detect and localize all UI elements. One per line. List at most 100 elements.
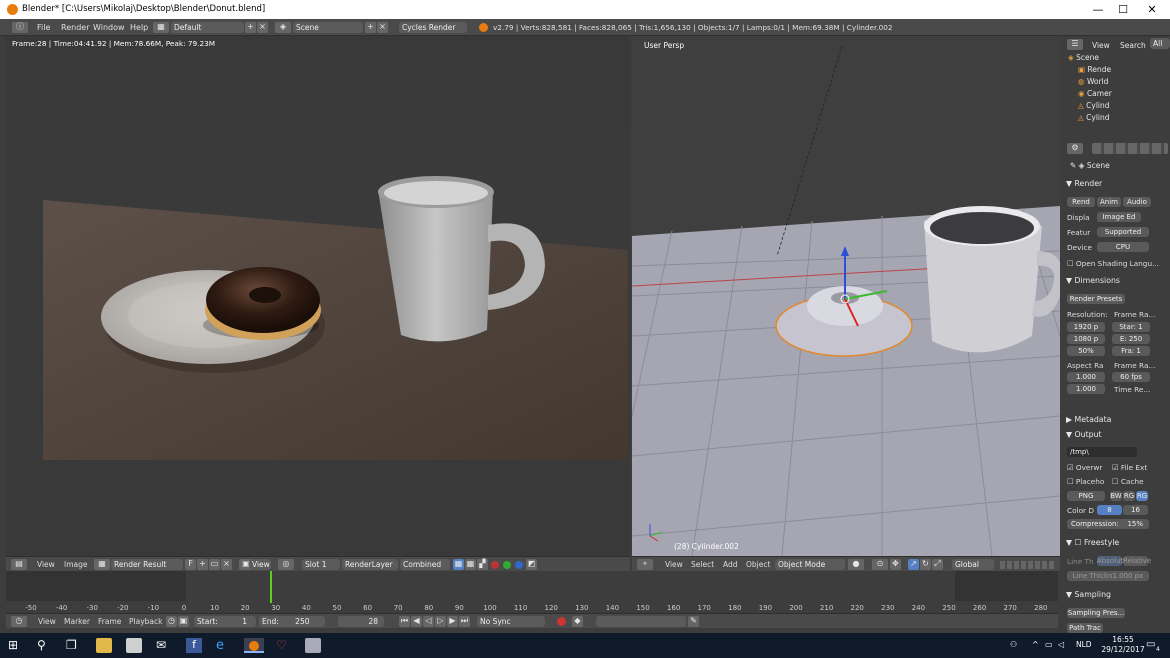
record-icon[interactable] (557, 617, 566, 626)
resolution-x-field[interactable]: 1920 p (1067, 322, 1105, 332)
color-bw-button[interactable]: BW (1110, 491, 1122, 501)
sampling-presets-select[interactable]: Sampling Pres... (1067, 608, 1125, 618)
viewport-menu-add[interactable]: Add (723, 560, 738, 569)
app-taskbar-icon[interactable]: ♡ (276, 638, 292, 653)
color-alpha-icon[interactable]: ▦ (453, 559, 464, 570)
frame-rate-select[interactable]: 60 fps (1112, 372, 1150, 382)
blue-channel-icon[interactable] (515, 561, 523, 569)
editor-type-icon[interactable]: ▤ (11, 559, 27, 570)
volume-icon[interactable]: ◁ (1058, 640, 1064, 649)
scene-icon[interactable]: ◈ (275, 22, 291, 33)
end-frame-field[interactable]: End: 250 (259, 616, 325, 627)
menu-window[interactable]: Window (93, 23, 125, 32)
rotate-icon[interactable]: ↻ (920, 559, 931, 570)
color-depth-8-button[interactable]: 8 (1097, 505, 1122, 515)
layer-buttons[interactable] (1000, 561, 1056, 569)
pivot-point-icon[interactable]: ⊙ (872, 559, 888, 570)
insert-keyframe-icon[interactable]: ✎ (688, 616, 699, 627)
dimensions-panel-header[interactable]: ▼ Dimensions (1066, 276, 1120, 285)
outliner[interactable]: ☰ View Search All ◈ Scene ▣ Rende ◍ World ◉… (1062, 36, 1170, 139)
render-animation-button[interactable]: Anim (1097, 197, 1121, 207)
outliner-display-select[interactable]: All (1150, 38, 1170, 49)
viewport-menu-object[interactable]: Object (746, 560, 770, 569)
display-channel-2-icon[interactable]: ▞ (477, 559, 488, 570)
new-image-icon[interactable]: + (197, 559, 208, 570)
outliner-item[interactable]: ◍ World (1078, 77, 1170, 86)
mail-icon[interactable]: ✉ (156, 638, 172, 653)
network-icon[interactable]: ▭ (1045, 640, 1053, 649)
sync-mode-select[interactable]: No Sync (477, 616, 545, 627)
relative-button[interactable]: Relative (1123, 556, 1151, 566)
integrator-select[interactable]: Path Trac (1067, 623, 1103, 633)
device-select[interactable]: CPU (1097, 242, 1149, 252)
viewport-menu-view[interactable]: View (665, 560, 683, 569)
freestyle-panel-header[interactable]: ▼ ☐ Freestyle (1066, 538, 1119, 547)
timeline[interactable]: -50 -40 -30 -20 -10 0 10 20 30 40 50 60 70 80 90 100 110… (6, 571, 1058, 613)
image-browse-icon[interactable]: ▦ (94, 559, 110, 570)
display-select[interactable]: Image Ed (1097, 212, 1141, 222)
menu-render[interactable]: Render (61, 23, 89, 32)
file-explorer-icon[interactable] (96, 638, 112, 653)
close-button[interactable]: ✕ (1139, 2, 1165, 17)
render-layer-select[interactable]: RenderLayer (342, 559, 398, 570)
absolute-button[interactable]: Absolut (1097, 556, 1123, 566)
color-rgba-button[interactable]: RG (1136, 491, 1148, 501)
translate-icon[interactable]: ↗ (908, 559, 919, 570)
green-channel-icon[interactable] (503, 561, 511, 569)
maximize-button[interactable]: ☐ (1110, 2, 1136, 17)
sampling-panel-header[interactable]: ▼ Sampling (1066, 590, 1111, 599)
timeline-menu-playback[interactable]: Playback (129, 617, 162, 626)
render-engine-select[interactable]: Cycles Render (399, 22, 467, 33)
outliner-item[interactable]: ◈ Scene (1068, 53, 1160, 62)
shading-mode-icon[interactable]: ● (848, 559, 864, 570)
add-layout-icon[interactable]: + (245, 22, 256, 33)
editor-type-icon[interactable]: ◷ (11, 616, 27, 627)
menu-help[interactable]: Help (130, 23, 148, 32)
aspect-y-field[interactable]: 1.000 (1067, 384, 1105, 394)
preview-range-icon[interactable]: ◷ (166, 616, 177, 627)
render-presets-select[interactable]: Render Presets (1067, 294, 1125, 304)
editor-type-icon[interactable]: ⚬ (637, 559, 653, 570)
play-icon[interactable]: ▷ (435, 616, 446, 627)
screen-layout-field[interactable]: Default (171, 22, 244, 33)
outliner-menu-view[interactable]: View (1092, 41, 1110, 50)
people-icon[interactable]: ⚇ (1010, 640, 1017, 649)
output-path-field[interactable]: /tmp\ (1067, 447, 1137, 457)
red-channel-icon[interactable] (491, 561, 499, 569)
scale-icon[interactable]: ⤢ (932, 559, 943, 570)
placeholders-checkbox[interactable]: ☐ Placeho (1067, 477, 1104, 486)
input-language[interactable]: NLD (1076, 640, 1092, 649)
view-menu[interactable]: View (249, 559, 271, 570)
file-format-select[interactable]: PNG (1067, 491, 1105, 501)
display-channel-icon[interactable]: ▦ (465, 559, 476, 570)
image-name-field[interactable]: Render Result (111, 559, 183, 570)
terminal-taskbar-icon[interactable] (305, 638, 321, 653)
manipulator-icon[interactable]: ✥ (890, 559, 901, 570)
resolution-y-field[interactable]: 1080 p (1067, 334, 1105, 344)
frame-start-field[interactable]: Star: 1 (1112, 322, 1150, 332)
render-image-button[interactable]: Rend (1067, 197, 1095, 207)
clock-date[interactable]: 29/12/2017 (1100, 645, 1146, 654)
metadata-panel-header[interactable]: ▶ Metadata (1066, 415, 1111, 424)
viewport-menu-select[interactable]: Select (691, 560, 714, 569)
add-scene-icon[interactable]: + (365, 22, 376, 33)
clock-time[interactable]: 16:55 (1103, 635, 1143, 644)
current-frame-indicator[interactable] (269, 571, 272, 603)
cache-checkbox[interactable]: ☐ Cache (1112, 477, 1144, 486)
outliner-item[interactable]: ▣ Rende (1078, 65, 1170, 74)
3d-viewport[interactable]: User Persp (28) Cylinder.002 (632, 36, 1060, 556)
notifications-icon[interactable]: ▭ (1146, 639, 1155, 650)
remove-scene-icon[interactable]: × (377, 22, 388, 33)
outliner-item[interactable]: ◉ Camer (1078, 89, 1170, 98)
interaction-mode-select[interactable]: Object Mode (775, 559, 845, 570)
frame-end-field[interactable]: E: 250 (1112, 334, 1150, 344)
blender-taskbar-icon[interactable] (244, 638, 264, 653)
fake-user-button[interactable]: F (185, 559, 196, 570)
outliner-item[interactable]: ◬ Cylind (1078, 101, 1170, 110)
task-view-icon[interactable]: ❐ (66, 638, 82, 653)
edge-icon[interactable]: e (216, 638, 232, 653)
overwrite-checkbox[interactable]: ☑ Overwr (1067, 463, 1102, 472)
slot-select[interactable]: Slot 1 (302, 559, 340, 570)
keying-set-icon[interactable]: ◆ (572, 616, 583, 627)
outliner-menu-search[interactable]: Search (1120, 41, 1146, 50)
